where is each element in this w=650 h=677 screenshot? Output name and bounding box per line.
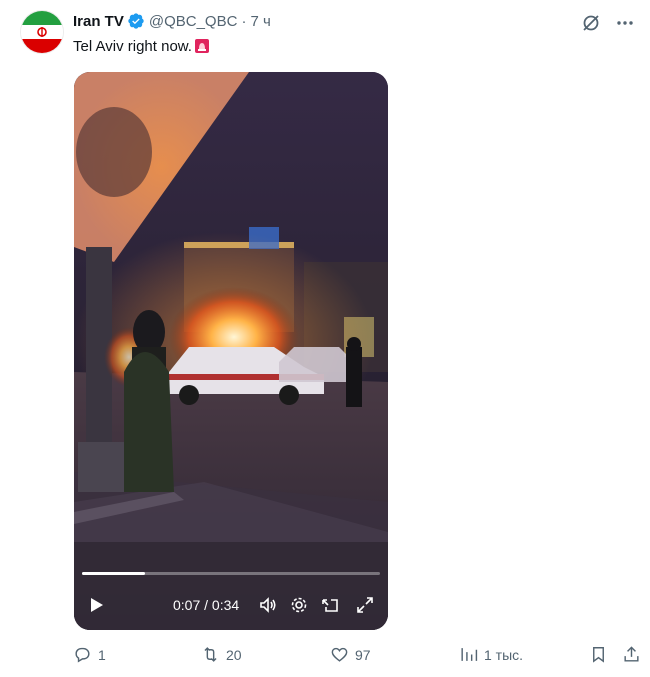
separator-dot: · xyxy=(241,12,247,30)
author-name[interactable]: Iran TV xyxy=(73,13,124,30)
reply-count: 1 xyxy=(98,646,106,663)
post-time[interactable]: 7 ч xyxy=(250,13,270,30)
volume-icon[interactable] xyxy=(258,595,278,615)
play-icon[interactable] xyxy=(86,595,106,615)
reply-button[interactable]: 1 xyxy=(73,645,106,664)
repost-count: 20 xyxy=(226,646,242,663)
author-handle[interactable]: @QBC_QBC xyxy=(149,13,238,30)
verified-badge-icon xyxy=(128,13,144,29)
video-time: 0:07 / 0:34 xyxy=(173,597,240,613)
repost-icon xyxy=(204,647,217,662)
video-progress-bar[interactable] xyxy=(82,572,380,575)
tweet-header: Iran TV @QBC_QBC · 7 ч xyxy=(73,12,271,30)
avatar[interactable] xyxy=(21,11,63,53)
grok-icon[interactable] xyxy=(580,12,602,34)
tweet-actions: 1 20 97 1 тыс. xyxy=(73,645,643,667)
like-button[interactable]: 97 xyxy=(330,645,371,664)
video-player[interactable]: 0:07 / 0:34 xyxy=(74,72,388,630)
top-right-actions xyxy=(580,12,636,34)
view-count: 1 тыс. xyxy=(484,646,524,663)
siren-emoji-icon xyxy=(194,39,209,53)
share-button[interactable] xyxy=(622,645,641,664)
more-options-icon[interactable] xyxy=(614,12,636,34)
repost-button[interactable]: 20 xyxy=(201,645,242,664)
like-count: 97 xyxy=(355,646,371,663)
fullscreen-icon[interactable] xyxy=(355,595,375,615)
video-frame xyxy=(74,72,388,630)
settings-gear-icon[interactable] xyxy=(289,595,309,615)
heart-icon xyxy=(331,647,348,662)
picture-in-picture-icon[interactable] xyxy=(320,595,340,615)
video-progress-fill xyxy=(82,572,145,575)
views-button[interactable]: 1 тыс. xyxy=(459,645,523,664)
bookmark-button[interactable] xyxy=(589,645,608,664)
iran-flag-icon xyxy=(21,11,63,53)
share-icon xyxy=(624,646,639,662)
reply-icon xyxy=(75,647,90,663)
tweet-body: Tel Aviv right now. xyxy=(73,37,192,55)
analytics-icon xyxy=(461,648,478,661)
tweet-text: Tel Aviv right now. xyxy=(73,37,211,55)
bookmark-icon xyxy=(593,647,604,663)
video-controls: 0:07 / 0:34 xyxy=(74,588,388,622)
